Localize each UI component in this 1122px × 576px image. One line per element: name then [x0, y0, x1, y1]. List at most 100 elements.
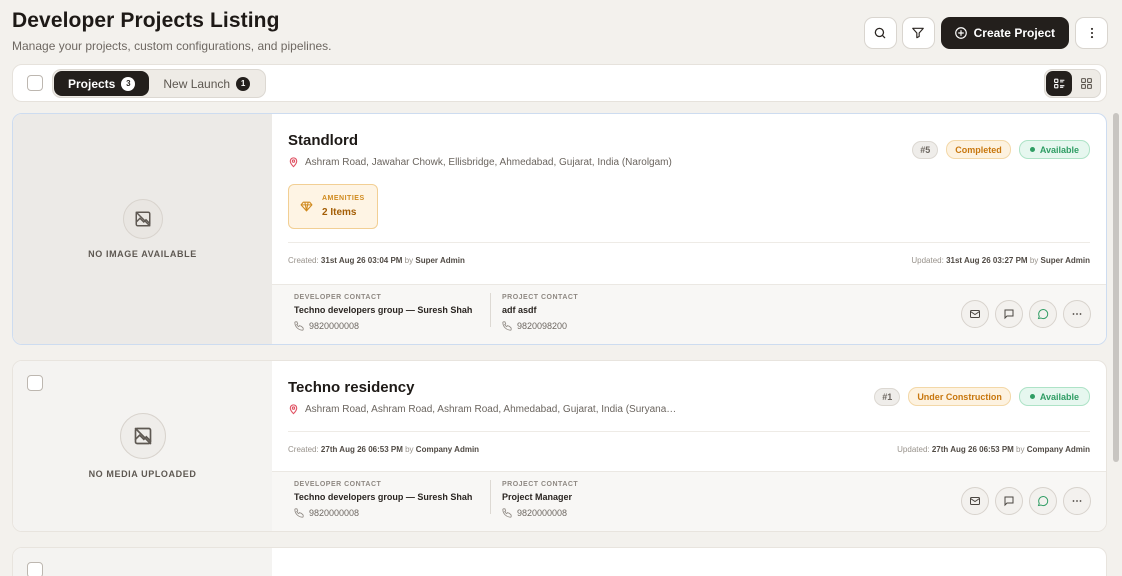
contact-actions: [961, 487, 1091, 515]
updated-by-word: by: [1016, 445, 1025, 454]
select-all-checkbox[interactable]: [27, 75, 43, 91]
created-by-word: by: [404, 256, 414, 265]
whatsapp-button[interactable]: [1029, 300, 1057, 328]
page-scrollbar[interactable]: [1113, 113, 1119, 462]
developer-contact-caption: DEVELOPER CONTACT: [294, 481, 382, 488]
project-address: Ashram Road, Jawahar Chowk, Ellisbridge,…: [288, 156, 672, 168]
grid-view-button[interactable]: [1073, 71, 1099, 96]
phone-icon: [294, 321, 304, 331]
project-phone-text: 9820000008: [517, 508, 568, 518]
status-badge: Under Construction: [908, 387, 1011, 406]
tab-new-launch[interactable]: New Launch 1: [149, 71, 264, 96]
availability-badge: Available: [1018, 387, 1090, 406]
contact-divider: [490, 293, 491, 327]
mail-icon: [970, 497, 980, 505]
project-select-checkbox[interactable]: [27, 375, 43, 391]
developer-contact-caption: DEVELOPER CONTACT: [294, 294, 382, 301]
phone-icon: [502, 321, 512, 331]
address-text: Ashram Road, Ashram Road, Ashram Road, A…: [305, 403, 677, 415]
amenities-chip[interactable]: AMENITIES 2 Items: [288, 184, 378, 229]
tab-new-launch-count: 1: [236, 76, 251, 91]
updated-prefix: Updated:: [897, 445, 930, 454]
availability-text: Available: [1039, 391, 1079, 402]
more-options-button[interactable]: [1075, 17, 1108, 49]
updated-info: Updated: 27th Aug 26 06:53 PM by Company…: [897, 445, 1090, 454]
updated-prefix: Updated:: [911, 256, 944, 265]
project-card[interactable]: NO IMAGE AVAILABLE Standlord Ashram Road…: [12, 113, 1107, 345]
developer-contact-name: Techno developers group — Suresh Shah: [294, 305, 473, 315]
developer-contact-phone[interactable]: 9820000008: [294, 508, 472, 518]
project-media: NO IMAGE AVAILABLE: [13, 114, 272, 344]
more-actions-button[interactable]: [1063, 487, 1091, 515]
project-contact-phone[interactable]: 9820098200: [502, 321, 578, 331]
updated-by-word: by: [1029, 256, 1039, 265]
email-button[interactable]: [961, 300, 989, 328]
whatsapp-button[interactable]: [1029, 487, 1057, 515]
list-view-button[interactable]: [1046, 71, 1072, 96]
message-button[interactable]: [995, 300, 1023, 328]
message-button[interactable]: [995, 487, 1023, 515]
project-contact-name: adf asdf: [502, 305, 537, 315]
view-toggle: [1044, 69, 1101, 98]
developer-phone-text: 9820000008: [309, 321, 360, 331]
project-select-checkbox[interactable]: [27, 562, 43, 576]
contact-divider: [490, 480, 491, 514]
updated-by: Company Admin: [1026, 445, 1090, 454]
project-contact-caption: PROJECT CONTACT: [502, 481, 579, 488]
tab-group: Projects 3 New Launch 1: [52, 69, 267, 98]
availability-dot: [1029, 147, 1035, 152]
page-title: Developer Projects Listing: [12, 9, 280, 32]
developer-contact-name: Techno developers group — Suresh Shah: [294, 492, 473, 502]
project-name[interactable]: Standlord: [288, 132, 358, 149]
create-project-button[interactable]: Create Project: [940, 17, 1069, 49]
project-contact-phone[interactable]: 9820000008: [502, 508, 578, 518]
phone-icon: [502, 508, 512, 518]
project-id-badge: #5: [912, 140, 939, 159]
email-button[interactable]: [961, 487, 989, 515]
amenities-caption: AMENITIES: [322, 195, 365, 202]
project-card[interactable]: NO MEDIA UPLOADED Techno residency Ashra…: [12, 360, 1107, 532]
project-name[interactable]: Techno residency: [288, 379, 414, 396]
contacts-panel: DEVELOPER CONTACT Techno developers grou…: [272, 471, 1106, 531]
project-contact-caption: PROJECT CONTACT: [502, 294, 579, 301]
media-label: NO MEDIA UPLOADED: [88, 469, 197, 479]
created-at: 31st Aug 26 03:04 PM: [320, 256, 403, 265]
project-phone-text: 9820098200: [517, 321, 568, 331]
tab-projects-count: 3: [121, 76, 136, 91]
updated-by: Super Admin: [1040, 256, 1090, 265]
status-badge: Completed: [946, 140, 1011, 159]
search-button[interactable]: [863, 17, 897, 49]
filter-button[interactable]: [901, 17, 935, 49]
created-at: 27th Aug 26 06:53 PM: [320, 445, 403, 454]
project-badges: #5 Completed Available: [912, 140, 1090, 159]
created-info: Created: 31st Aug 26 03:04 PM by Super A…: [288, 256, 465, 265]
more-actions-button[interactable]: [1063, 300, 1091, 328]
developer-phone-text: 9820000008: [309, 508, 360, 518]
project-address: Ashram Road, Ashram Road, Ashram Road, A…: [288, 403, 676, 415]
amenities-value: 2 Items: [322, 207, 357, 218]
tab-projects[interactable]: Projects 3: [54, 71, 150, 96]
availability-dot: [1029, 394, 1035, 399]
project-card[interactable]: [12, 547, 1107, 576]
tab-projects-label: Projects: [68, 76, 116, 91]
updated-at: 31st Aug 26 03:27 PM: [946, 256, 1028, 265]
project-contact: PROJECT CONTACT adf asdf 9820098200: [502, 294, 578, 331]
created-info: Created: 27th Aug 26 06:53 PM by Company…: [288, 445, 479, 454]
whatsapp-icon: [1037, 496, 1049, 507]
mail-icon: [970, 310, 980, 318]
grid-view-icon: [1080, 78, 1092, 89]
created-by: Company Admin: [415, 445, 480, 454]
updated-at: 27th Aug 26 06:53 PM: [931, 445, 1014, 454]
created-by: Super Admin: [415, 256, 465, 265]
more-horizontal-icon: [1072, 500, 1082, 502]
developer-contact-phone[interactable]: 9820000008: [294, 321, 472, 331]
project-media: [13, 548, 272, 576]
address-text: Ashram Road, Jawahar Chowk, Ellisbridge,…: [305, 156, 672, 168]
project-meta: Created: 31st Aug 26 03:04 PM by Super A…: [288, 242, 1090, 265]
created-prefix: Created:: [288, 256, 319, 265]
project-meta: Created: 27th Aug 26 06:53 PM by Company…: [288, 431, 1090, 454]
project-body: Standlord Ashram Road, Jawahar Chowk, El…: [272, 114, 1106, 344]
project-contact-name: Project Manager: [502, 492, 573, 502]
developer-contact: DEVELOPER CONTACT Techno developers grou…: [294, 294, 472, 331]
map-pin-icon: [289, 157, 298, 168]
